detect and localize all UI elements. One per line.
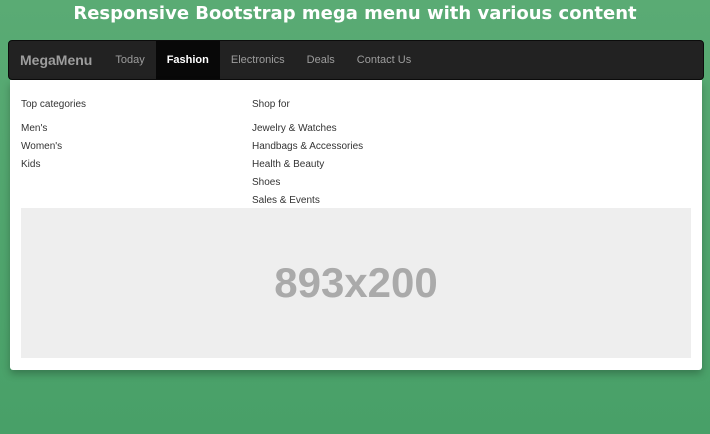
top-categories-column: Top categories Men's Women's Kids bbox=[21, 99, 86, 174]
mega-menu-dropdown: Top categories Men's Women's Kids Shop f… bbox=[10, 80, 702, 370]
shop-link-health-beauty[interactable]: Health & Beauty bbox=[252, 156, 363, 174]
list-item: Women's bbox=[21, 138, 86, 156]
shop-for-list: Jewelry & Watches Handbags & Accessories… bbox=[252, 120, 363, 210]
list-item: Health & Beauty bbox=[252, 156, 363, 174]
list-item: Shoes bbox=[252, 174, 363, 192]
shop-for-heading: Shop for bbox=[252, 99, 290, 110]
shop-for-column: Shop for Jewelry & Watches Handbags & Ac… bbox=[252, 99, 363, 210]
category-link-mens[interactable]: Men's bbox=[21, 120, 86, 138]
category-link-kids[interactable]: Kids bbox=[21, 156, 86, 174]
top-categories-heading: Top categories bbox=[21, 99, 87, 110]
top-categories-list: Men's Women's Kids bbox=[21, 120, 86, 174]
list-item: Handbags & Accessories bbox=[252, 138, 363, 156]
navbar: MegaMenu Today Fashion Electronics Deals… bbox=[8, 40, 704, 80]
nav-item-electronics[interactable]: Electronics bbox=[220, 41, 296, 79]
banner-image-placeholder: 893x200 bbox=[21, 208, 691, 358]
shop-link-shoes[interactable]: Shoes bbox=[252, 174, 363, 192]
shop-link-jewelry-watches[interactable]: Jewelry & Watches bbox=[252, 120, 363, 138]
list-item: Men's bbox=[21, 120, 86, 138]
page-heading: Responsive Bootstrap mega menu with vari… bbox=[73, 3, 637, 24]
nav-item-deals[interactable]: Deals bbox=[296, 41, 346, 79]
nav-item-today[interactable]: Today bbox=[104, 41, 155, 79]
brand-logo[interactable]: MegaMenu bbox=[9, 41, 104, 79]
shop-link-handbags-accessories[interactable]: Handbags & Accessories bbox=[252, 138, 363, 156]
nav-item-fashion[interactable]: Fashion bbox=[155, 41, 220, 79]
list-item: Kids bbox=[21, 156, 86, 174]
nav-item-contact-us[interactable]: Contact Us bbox=[346, 41, 422, 79]
category-link-womens[interactable]: Women's bbox=[21, 138, 86, 156]
list-item: Jewelry & Watches bbox=[252, 120, 363, 138]
